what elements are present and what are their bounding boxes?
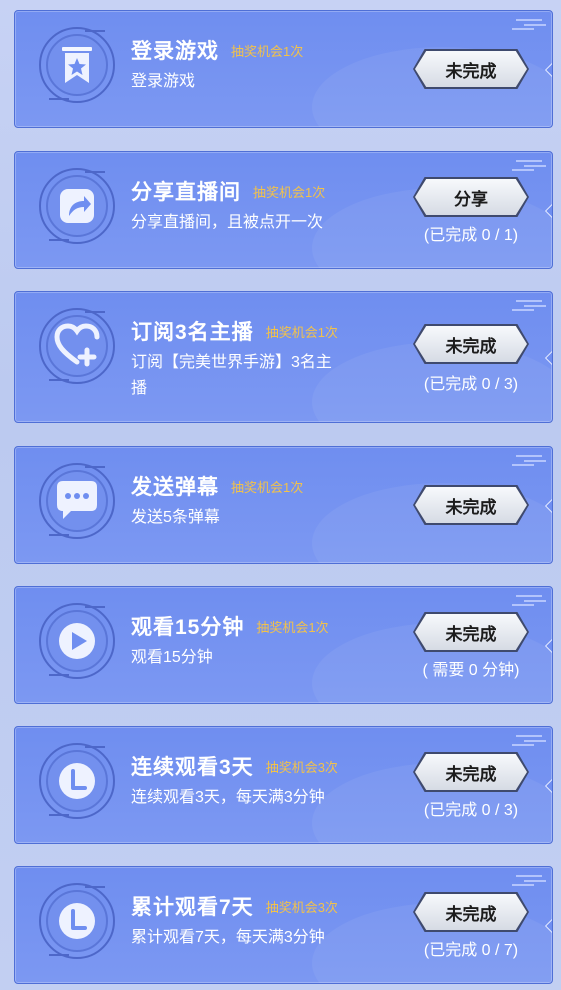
clock-l-icon: [39, 743, 115, 819]
task-title-row: 登录游戏 抽奖机会1次: [131, 35, 303, 65]
task-description: 发送5条弹幕: [131, 509, 220, 526]
decor-lines-icon: [512, 19, 546, 30]
task-card-danmaku: 发送弹幕 抽奖机会1次 发送5条弹幕 未完成: [14, 446, 553, 564]
task-card-watch15: 观看15分钟 抽奖机会1次 观看15分钟 未完成 ( 需要 0 分钟): [14, 586, 553, 704]
task-progress: (已完成 0 / 1): [423, 227, 519, 244]
card-edge-diamond: [544, 62, 552, 78]
play-icon: [39, 603, 115, 679]
status-button[interactable]: 未完成: [415, 487, 527, 523]
task-title-row: 累计观看7天 抽奖机会3次: [131, 891, 338, 921]
task-progress: ( 需要 0 分钟): [422, 662, 520, 679]
lottery-chance: 抽奖机会1次: [231, 479, 304, 495]
task-card-subscribe: 订阅3名主播 抽奖机会1次 订阅【完美世界手游】3名主播 未完成 (已完成 0 /…: [14, 291, 553, 423]
task-description: 连续观看3天，每天满3分钟: [131, 789, 325, 806]
heart-plus-icon: [39, 308, 115, 384]
task-title: 连续观看3天: [131, 756, 254, 779]
status-button[interactable]: 未完成: [415, 614, 527, 650]
decor-lines-icon: [512, 455, 546, 466]
card-edge-diamond: [544, 203, 552, 219]
share-button[interactable]: 分享: [415, 179, 527, 215]
task-title-row: 分享直播间 抽奖机会1次: [131, 176, 325, 206]
decor-lines-icon: [512, 160, 546, 171]
lottery-chance: 抽奖机会1次: [256, 619, 329, 635]
task-title: 分享直播间: [131, 181, 241, 204]
task-description: 订阅【完美世界手游】3名主播: [131, 354, 332, 397]
task-title-row: 订阅3名主播 抽奖机会1次: [131, 316, 338, 346]
clock-l-icon: [39, 883, 115, 959]
status-button[interactable]: 未完成: [415, 326, 527, 362]
task-progress: (已完成 0 / 3): [423, 376, 519, 393]
lottery-chance: 抽奖机会1次: [231, 43, 304, 59]
task-description: 分享直播间，且被点开一次: [131, 214, 324, 231]
card-edge-diamond: [544, 778, 552, 794]
status-button[interactable]: 未完成: [415, 894, 527, 930]
bookmark-star-icon: [39, 27, 115, 103]
chat-bubble-icon: [39, 463, 115, 539]
decor-lines-icon: [512, 595, 546, 606]
card-edge-diamond: [544, 350, 552, 366]
task-description: 累计观看7天，每天满3分钟: [131, 929, 325, 946]
lottery-chance: 抽奖机会1次: [265, 324, 338, 340]
lottery-chance: 抽奖机会3次: [265, 759, 338, 775]
share-arrow-icon: [39, 168, 115, 244]
task-title: 累计观看7天: [131, 896, 254, 919]
task-title-row: 观看15分钟 抽奖机会1次: [131, 611, 329, 641]
card-edge-diamond: [544, 498, 552, 514]
task-card-consecutive3: 连续观看3天 抽奖机会3次 连续观看3天，每天满3分钟 未完成 (已完成 0 / …: [14, 726, 553, 844]
decor-lines-icon: [512, 300, 546, 311]
lottery-chance: 抽奖机会1次: [253, 184, 326, 200]
task-title: 发送弹幕: [131, 476, 219, 499]
task-card-share: 分享直播间 抽奖机会1次 分享直播间，且被点开一次 分享 (已完成 0 / 1): [14, 151, 553, 269]
card-edge-diamond: [544, 638, 552, 654]
task-card-cumulative7: 累计观看7天 抽奖机会3次 累计观看7天，每天满3分钟 未完成 (已完成 0 / …: [14, 866, 553, 984]
card-edge-diamond: [544, 918, 552, 934]
task-title: 登录游戏: [131, 40, 219, 63]
task-title: 观看15分钟: [131, 616, 245, 639]
task-progress: (已完成 0 / 7): [423, 942, 519, 959]
task-title: 订阅3名主播: [131, 321, 254, 344]
task-description: 观看15分钟: [131, 649, 213, 666]
status-button[interactable]: 未完成: [415, 754, 527, 790]
decor-lines-icon: [512, 735, 546, 746]
lottery-chance: 抽奖机会3次: [265, 899, 338, 915]
task-description: 登录游戏: [131, 73, 196, 90]
task-card-login: 登录游戏 抽奖机会1次 登录游戏 未完成: [14, 10, 553, 128]
task-progress: (已完成 0 / 3): [423, 802, 519, 819]
status-button[interactable]: 未完成: [415, 51, 527, 87]
task-title-row: 连续观看3天 抽奖机会3次: [131, 751, 338, 781]
decor-lines-icon: [512, 875, 546, 886]
task-title-row: 发送弹幕 抽奖机会1次: [131, 471, 303, 501]
